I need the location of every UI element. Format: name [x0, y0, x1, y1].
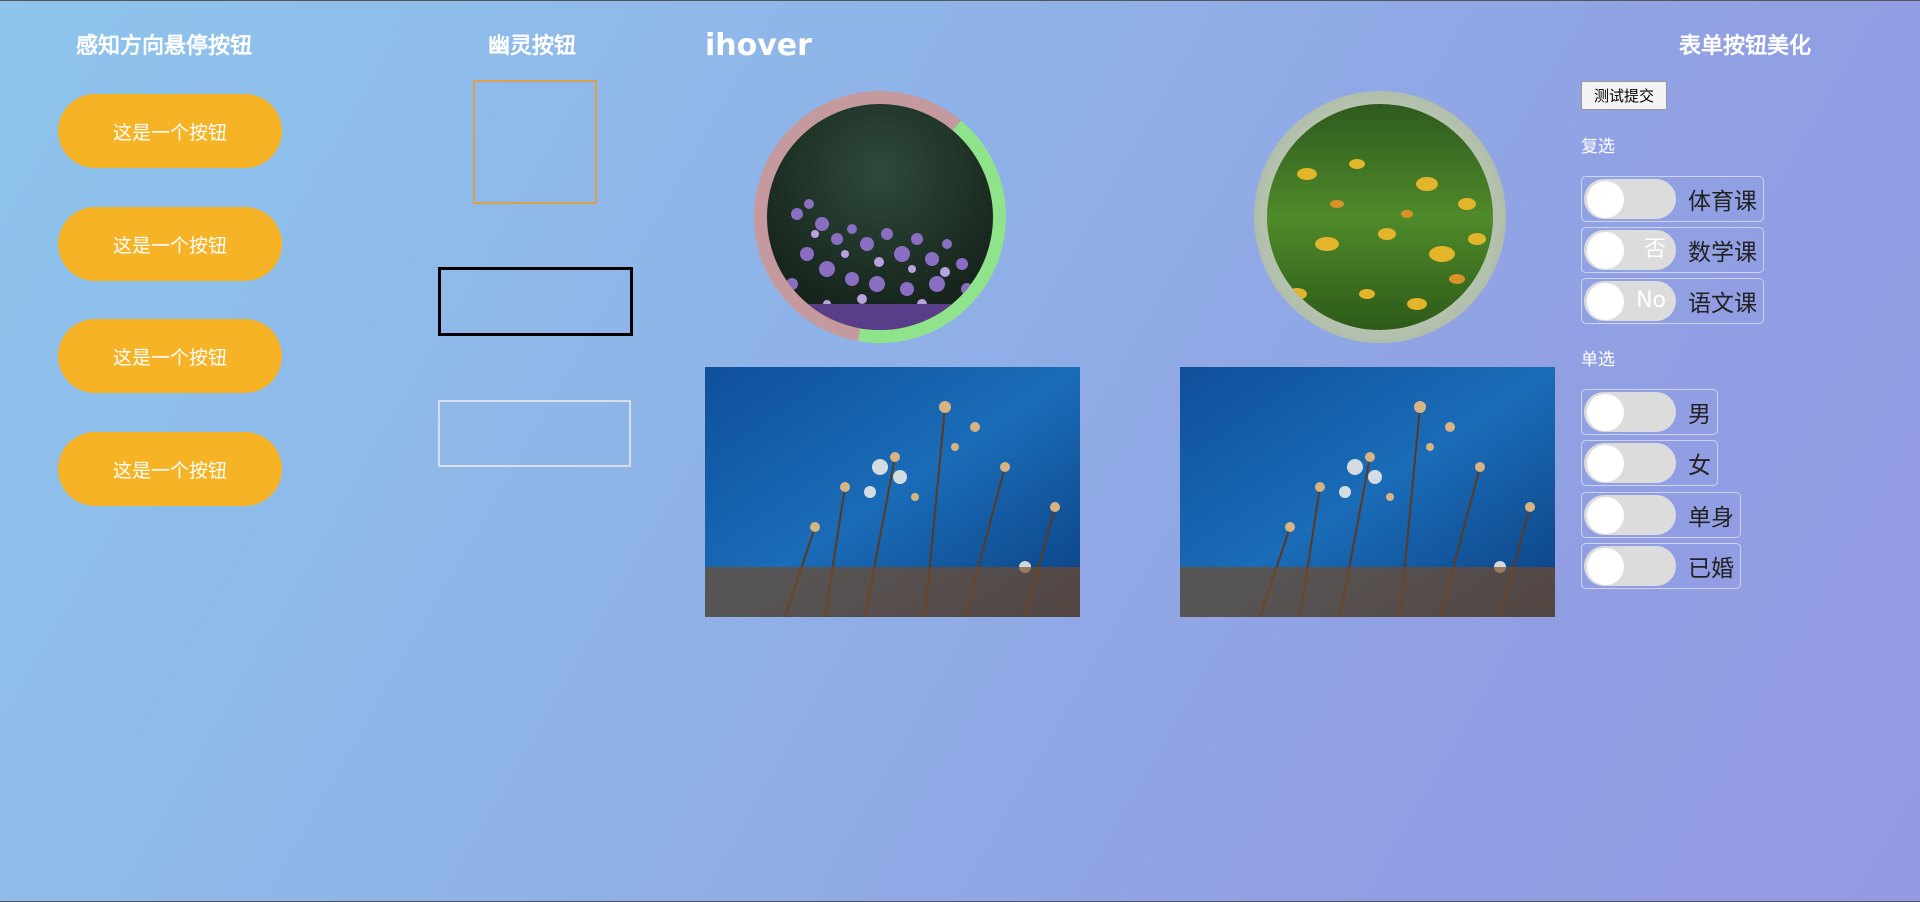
purple-flower-image	[767, 104, 993, 330]
toggle-knob	[1587, 232, 1624, 269]
hover-section-title: 感知方向悬停按钮	[76, 34, 253, 59]
submit-button[interactable]: 测试提交	[1581, 81, 1667, 110]
checkbox-math[interactable]: 否 数学课	[1581, 227, 1764, 273]
toggle-knob	[1587, 394, 1624, 431]
ghost-button-black[interactable]	[438, 267, 633, 336]
radio-label: 单身	[1688, 505, 1734, 531]
toggle-knob	[1587, 497, 1624, 534]
radio-married[interactable]: 已婚	[1581, 543, 1741, 589]
toggle-knob	[1587, 445, 1624, 482]
ghost-button-light[interactable]	[438, 400, 631, 467]
toggle-knob	[1587, 181, 1624, 218]
grass-leaves-image	[1267, 104, 1493, 330]
radio-female[interactable]: 女	[1581, 440, 1718, 486]
checkbox-label: 体育课	[1688, 189, 1757, 215]
toggle-text: No	[1636, 288, 1666, 313]
ihover-circle-1[interactable]	[754, 91, 1006, 343]
checkbox-label: 语文课	[1688, 291, 1757, 317]
ihover-rect-2[interactable]	[1180, 367, 1555, 617]
radio-section-label: 单选	[1581, 350, 1615, 370]
radio-male[interactable]: 男	[1581, 389, 1718, 435]
ihover-title: ihover	[705, 28, 812, 63]
radio-toggle[interactable]	[1584, 392, 1676, 432]
bokeh-flowers-image-2	[1180, 367, 1555, 617]
toggle-knob	[1587, 283, 1624, 320]
radio-toggle[interactable]	[1584, 546, 1676, 586]
toggle-knob	[1587, 548, 1624, 585]
radio-label: 男	[1688, 402, 1711, 428]
radio-toggle[interactable]	[1584, 443, 1676, 483]
hover-button-3[interactable]: 这是一个按钮	[58, 319, 282, 393]
radio-toggle[interactable]	[1584, 495, 1676, 535]
radio-single[interactable]: 单身	[1581, 492, 1741, 538]
hover-button-4[interactable]: 这是一个按钮	[58, 432, 282, 506]
checkbox-pe[interactable]: 体育课	[1581, 176, 1764, 222]
ghost-section-title: 幽灵按钮	[488, 34, 577, 59]
ghost-button-square[interactable]	[473, 80, 597, 204]
checkbox-label: 数学课	[1688, 240, 1757, 266]
radio-label: 女	[1688, 453, 1711, 479]
toggle-text: 否	[1643, 237, 1666, 262]
radio-label: 已婚	[1688, 556, 1734, 582]
hover-button-1[interactable]: 这是一个按钮	[58, 94, 282, 168]
checkbox-chinese[interactable]: No 语文课	[1581, 278, 1764, 324]
bokeh-flowers-image-1	[705, 367, 1080, 617]
checkbox-toggle[interactable]	[1584, 179, 1676, 219]
ihover-circle-2[interactable]	[1254, 91, 1506, 343]
checkbox-section-label: 复选	[1581, 137, 1615, 157]
checkbox-toggle[interactable]: 否	[1584, 230, 1676, 270]
form-section-title: 表单按钮美化	[1679, 34, 1812, 59]
ihover-rect-1[interactable]	[705, 367, 1080, 617]
checkbox-toggle[interactable]: No	[1584, 281, 1676, 321]
hover-button-2[interactable]: 这是一个按钮	[58, 207, 282, 281]
